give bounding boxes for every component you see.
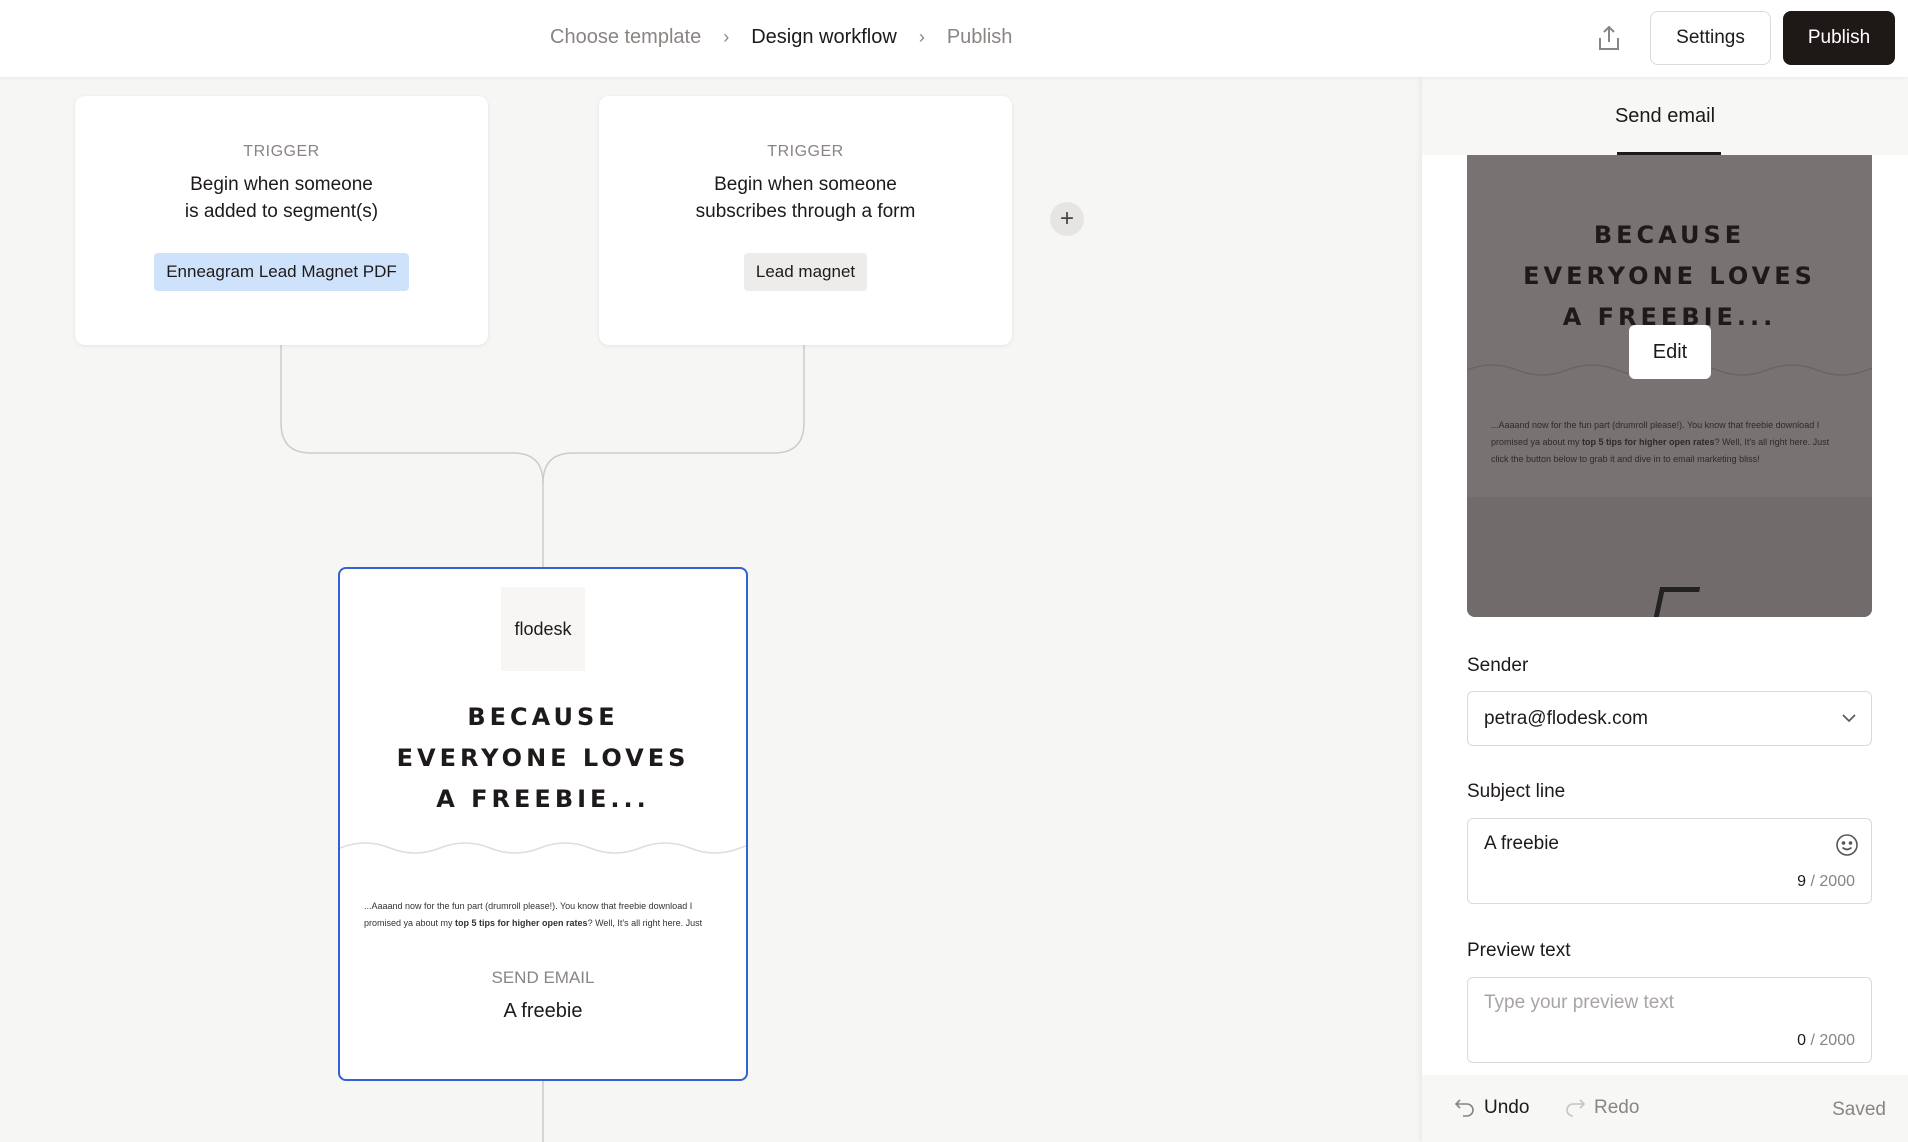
email-preview[interactable]: BECAUSE EVERYONE LOVES A FREEBIE... ...Aaa… bbox=[1467, 155, 1872, 617]
publish-button[interactable]: Publish bbox=[1783, 11, 1895, 65]
email-headline: BECAUSE EVERYONE LOVES A FREEBIE... bbox=[396, 703, 690, 813]
step-subject: A freebie bbox=[503, 1000, 583, 1022]
trigger-desc-bold: is added to segment(s) bbox=[184, 201, 379, 222]
sender-label: Sender bbox=[1467, 655, 1529, 676]
edit-email-button[interactable]: Edit bbox=[1629, 325, 1711, 379]
tab-send-email[interactable]: Send email bbox=[1422, 77, 1908, 155]
preview-graphic bbox=[1653, 587, 1701, 617]
email-settings-panel: Send email BECAUSE EVERYONE LOVES A FREEBI… bbox=[1422, 77, 1908, 1142]
trigger-card-form[interactable]: TRIGGER Begin when someone subscribes thr… bbox=[599, 96, 1012, 345]
redo-button[interactable]: Redo bbox=[1564, 1097, 1639, 1119]
subject-label: Subject line bbox=[1467, 781, 1566, 802]
preview-text-input[interactable]: Type your preview text 0 / 2000 bbox=[1467, 977, 1872, 1063]
chevron-right-icon: › bbox=[723, 27, 730, 47]
undo-button[interactable]: Undo bbox=[1454, 1097, 1529, 1119]
preview-body: ...Aaaand now for the fun part (drumroll… bbox=[1491, 420, 1830, 464]
wave-divider bbox=[340, 842, 746, 854]
preview-text-label: Preview text bbox=[1467, 940, 1571, 961]
brand-logo: flodesk bbox=[501, 587, 585, 671]
breadcrumb: Choose template › Design workflow › Publ… bbox=[550, 26, 1012, 49]
preview-headline: BECAUSE EVERYONE LOVES A FREEBIE... bbox=[1523, 221, 1816, 331]
emoji-icon[interactable] bbox=[1835, 833, 1859, 857]
crumb-design-workflow[interactable]: Design workflow bbox=[751, 26, 897, 49]
trigger-label: TRIGGER bbox=[243, 143, 320, 160]
chevron-right-icon: › bbox=[918, 27, 925, 47]
step-type-label: SEND EMAIL bbox=[491, 968, 595, 987]
chevron-down-icon bbox=[1842, 714, 1856, 723]
undo-icon bbox=[1454, 1099, 1474, 1117]
preview-char-count: 0 / 2000 bbox=[1797, 1032, 1855, 1049]
form-tag: Lead magnet bbox=[743, 253, 868, 291]
trigger-desc: Begin when someone bbox=[714, 174, 897, 195]
trigger-card-segment[interactable]: TRIGGER Begin when someone is added to se… bbox=[75, 96, 488, 345]
crumb-publish[interactable]: Publish bbox=[947, 26, 1013, 49]
crumb-choose-template[interactable]: Choose template bbox=[550, 26, 701, 49]
add-trigger-button[interactable]: + bbox=[1050, 202, 1084, 236]
save-status: Saved bbox=[1832, 1099, 1886, 1120]
email-body-snippet: ...Aaaand now for the fun part (drumroll… bbox=[364, 901, 703, 928]
subject-char-count: 9 / 2000 bbox=[1797, 873, 1855, 890]
trigger-label: TRIGGER bbox=[767, 143, 844, 160]
panel-footer: Undo Redo Saved bbox=[1422, 1075, 1908, 1142]
trigger-desc: Begin when someone bbox=[190, 174, 373, 195]
segment-tag: Enneagram Lead Magnet PDF bbox=[154, 253, 409, 291]
trigger-desc-bold: subscribes through a form bbox=[695, 201, 916, 222]
workflow-canvas: TRIGGER Begin when someone is added to se… bbox=[0, 77, 1422, 1142]
top-bar: Choose template › Design workflow › Publ… bbox=[0, 0, 1908, 77]
share-icon[interactable] bbox=[1596, 24, 1622, 52]
settings-button[interactable]: Settings bbox=[1650, 11, 1771, 65]
subject-input[interactable]: A freebie 9 / 2000 bbox=[1467, 818, 1872, 904]
send-email-card[interactable]: flodesk BECAUSE EVERYONE LOVES A FREEBIE..… bbox=[338, 567, 748, 1081]
redo-icon bbox=[1566, 1099, 1586, 1117]
sender-select[interactable]: petra@flodesk.com bbox=[1467, 691, 1872, 746]
